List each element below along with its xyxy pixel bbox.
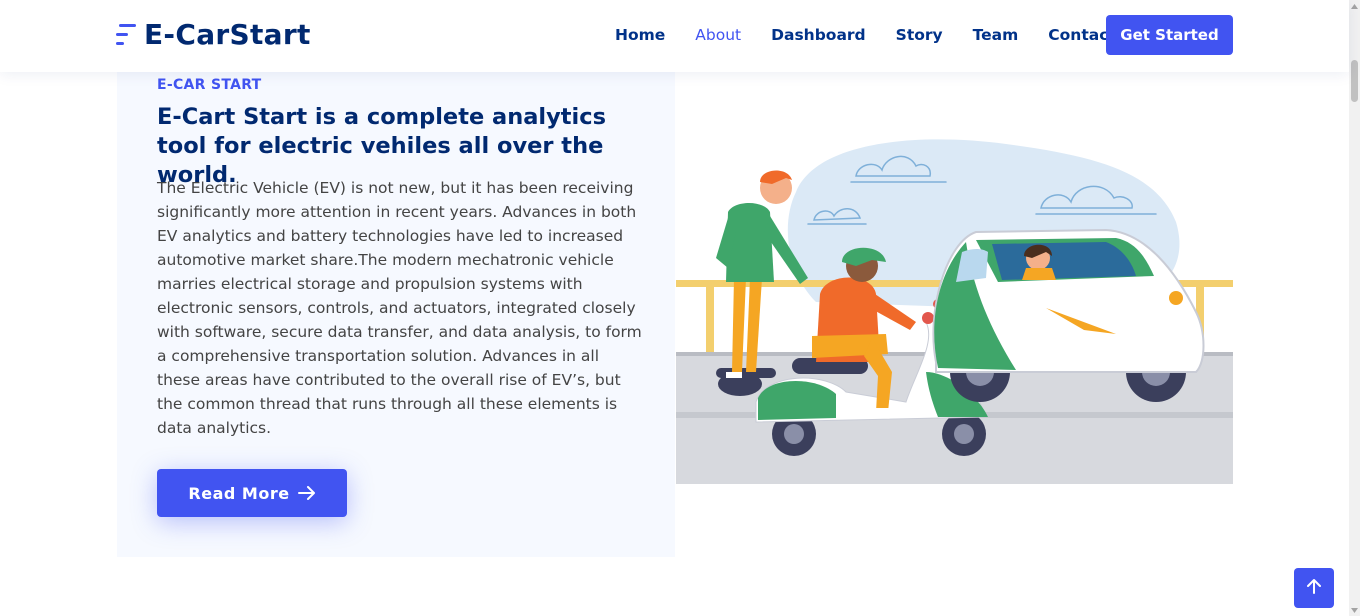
scroll-up-arrow-icon[interactable]	[1349, 0, 1360, 12]
back-to-top-button[interactable]	[1294, 568, 1334, 608]
menu-lines-icon	[116, 20, 138, 50]
main-nav: Home About Dashboard Story Team Contact	[600, 15, 1131, 55]
arrow-up-icon	[1307, 578, 1321, 599]
logo[interactable]: E-CarStart	[116, 18, 311, 51]
scroll-down-arrow-icon[interactable]	[1349, 604, 1360, 616]
nav-about[interactable]: About	[695, 26, 741, 44]
site-header: E-CarStart Home About Dashboard Story Te…	[0, 0, 1349, 72]
section-eyebrow: E-CAR START	[157, 77, 262, 93]
arrow-right-icon	[297, 486, 316, 500]
read-more-button[interactable]: Read More	[157, 469, 347, 517]
get-started-button[interactable]: Get Started	[1106, 15, 1233, 55]
scrollbar-thumb[interactable]	[1351, 60, 1358, 102]
nav-team[interactable]: Team	[973, 26, 1019, 44]
ev-street-illustration	[676, 72, 1233, 484]
nav-story[interactable]: Story	[896, 26, 943, 44]
page-scrollbar[interactable]	[1349, 0, 1360, 616]
read-more-label: Read More	[188, 483, 290, 503]
nav-home[interactable]: Home	[615, 26, 665, 44]
logo-text: E-CarStart	[144, 18, 311, 51]
about-body-text: The Electric Vehicle (EV) is not new, bu…	[157, 179, 642, 437]
nav-dashboard[interactable]: Dashboard	[771, 26, 866, 44]
